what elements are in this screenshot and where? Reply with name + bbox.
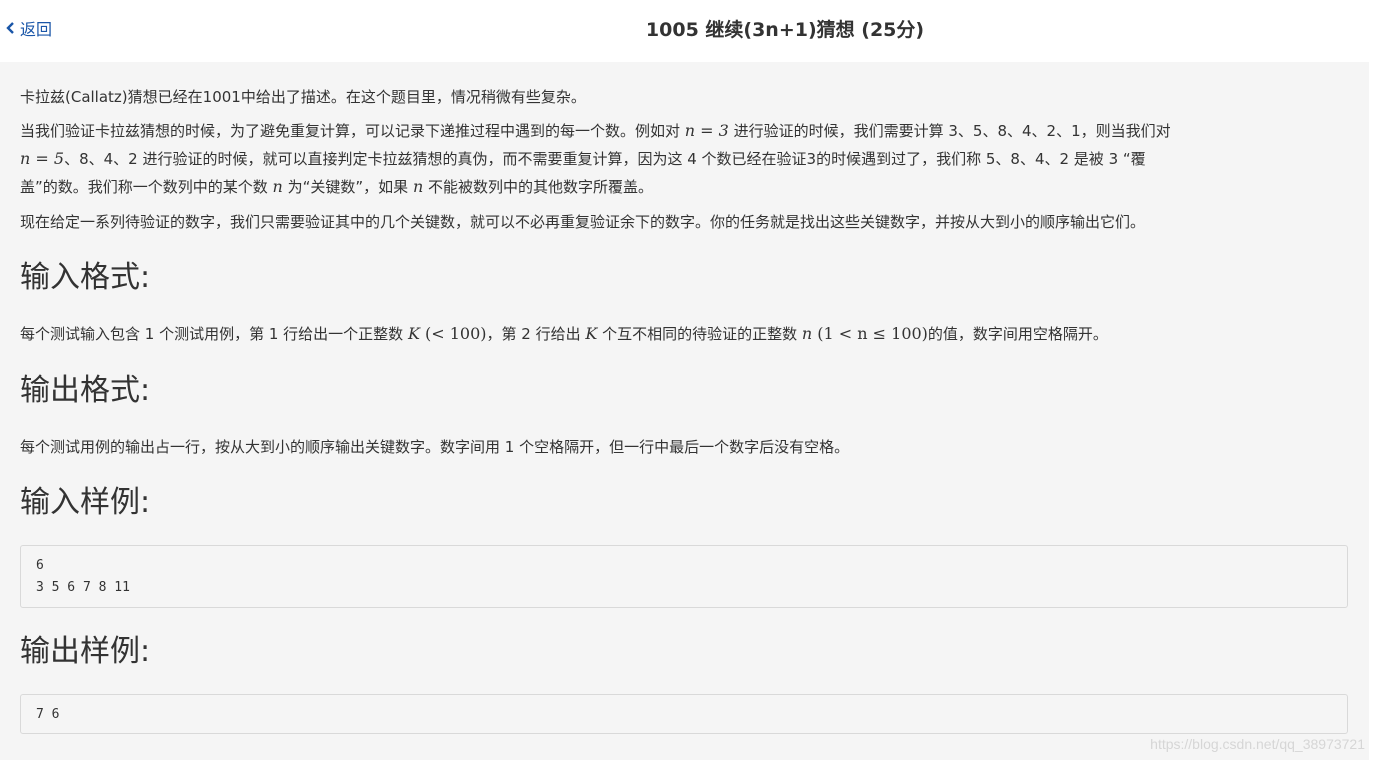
description-paragraph-2: 当我们验证卡拉兹猜想的时候，为了避免重复计算，可以记录下递推过程中遇到的每一个数… <box>20 117 1350 201</box>
input-text: 个互不相同的待验证的正整数 <box>597 325 802 343</box>
input-format-text: 每个测试输入包含 1 个测试用例，第 1 行给出一个正整数 K (< 100)，… <box>20 320 1350 348</box>
math-n-equals-3: n = 3 <box>684 121 729 140</box>
input-text: 每个测试输入包含 1 个测试用例，第 1 行给出一个正整数 <box>20 325 408 343</box>
desc-text: 盖”的数。我们称一个数列中的某个数 <box>20 178 273 196</box>
input-text: ，第 2 行给出 <box>486 325 586 343</box>
math-n: n <box>412 177 424 196</box>
description-paragraph-3: 现在给定一系列待验证的数字，我们只需要验证其中的几个关键数，就可以不必再重复验证… <box>20 213 1146 231</box>
input-format-heading: 输入格式: <box>20 260 151 295</box>
output-format-heading: 输出格式: <box>20 373 151 408</box>
watermark: https://blog.csdn.net/qq_38973721 <box>1150 736 1365 752</box>
sample-input-codebox: 6 3 5 6 7 8 11 <box>20 545 1348 608</box>
math-range: (1 < n ≤ 100) <box>812 324 928 343</box>
desc-text: 、8、4、2 进行验证的时候，就可以直接判定卡拉兹猜想的真伪，而不需要重复计算，… <box>64 150 1146 168</box>
page-title: 1005 继续(3n+1)猜想 (25分) <box>645 19 925 41</box>
desc-text: 为“关键数”，如果 <box>282 178 413 196</box>
math-lt-100: (< 100) <box>419 324 487 343</box>
top-bar: 返回 1005 继续(3n+1)猜想 (25分) <box>0 0 1373 58</box>
math-K: K <box>585 324 598 343</box>
input-text: 的值，数字间用空格隔开。 <box>927 325 1108 343</box>
back-label: 返回 <box>20 20 53 39</box>
math-n-equals-5: n = 5 <box>20 149 65 168</box>
code-line: 7 6 <box>36 707 60 722</box>
sample-output-codebox: 7 6 <box>20 694 1348 734</box>
chevron-left-icon <box>6 22 14 34</box>
problem-panel: 卡拉兹(Callatz)猜想已经在1001中给出了描述。在这个题目里，情况稍微有… <box>0 62 1369 760</box>
desc-text: 当我们验证卡拉兹猜想的时候，为了避免重复计算，可以记录下递推过程中遇到的每一个数… <box>20 122 685 140</box>
math-n: n <box>272 177 283 196</box>
sample-input-heading: 输入样例: <box>20 485 151 520</box>
output-format-text: 每个测试用例的输出占一行，按从大到小的顺序输出关键数字。数字间用 1 个空格隔开… <box>20 438 850 456</box>
math-n: n <box>801 324 813 343</box>
desc-text: 不能被数列中的其他数字所覆盖。 <box>423 178 654 196</box>
description-paragraph-1: 卡拉兹(Callatz)猜想已经在1001中给出了描述。在这个题目里，情况稍微有… <box>20 88 586 106</box>
math-K: K <box>407 324 420 343</box>
code-line: 3 5 6 7 8 11 <box>36 580 130 595</box>
desc-text: 进行验证的时候，我们需要计算 3、5、8、4、2、1，则当我们对 <box>728 122 1171 140</box>
code-line: 6 <box>36 558 44 573</box>
sample-output-heading: 输出样例: <box>20 634 151 669</box>
back-button[interactable]: 返回 <box>6 17 52 39</box>
